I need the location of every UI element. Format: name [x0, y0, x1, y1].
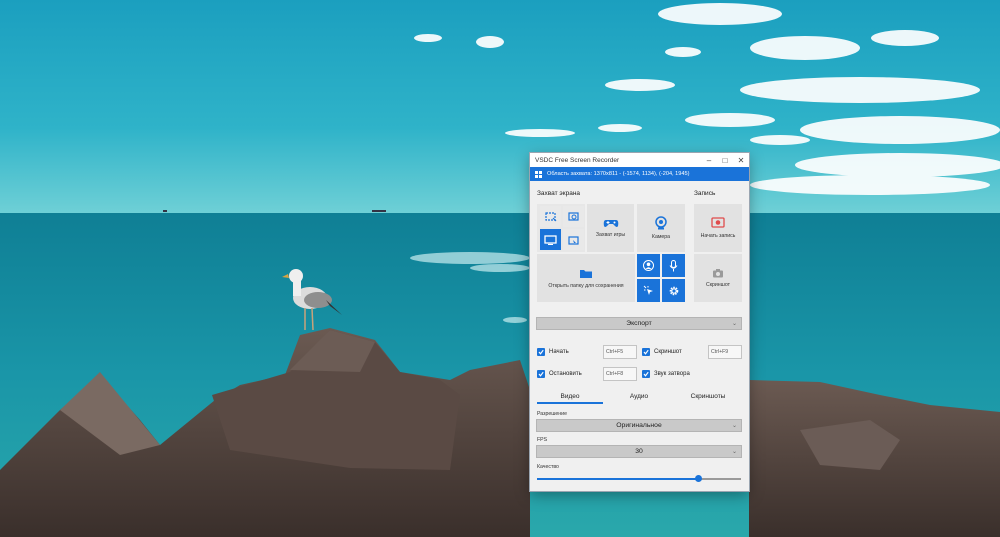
start-hotkey-field[interactable]: Ctrl+F5 [603, 345, 637, 359]
start-record-tile[interactable]: Начать запись [694, 204, 742, 252]
check-icon [537, 370, 545, 378]
capture-area-text: Область захвата: 1370x811 - (-1574, 1134… [547, 171, 690, 177]
game-capture-tile[interactable]: Захват игры [587, 204, 634, 252]
user-icon [643, 260, 654, 271]
start-hotkey-checkbox[interactable]: Начать [537, 348, 569, 356]
screenshot-tile[interactable]: Скриншот [694, 254, 742, 302]
capture-area-bar[interactable]: Область захвата: 1370x811 - (-1574, 1134… [530, 167, 749, 181]
quality-label: Качество [537, 464, 559, 470]
fps-value: 30 [635, 448, 643, 455]
quality-slider-thumb[interactable] [695, 475, 703, 482]
close-icon[interactable]: ✕ [733, 153, 749, 167]
active-tab-indicator [537, 402, 603, 404]
stop-hotkey-checkbox[interactable]: Остановить [537, 370, 582, 378]
quality-slider[interactable] [537, 475, 741, 482]
check-icon [642, 370, 650, 378]
maximize-icon[interactable]: □ [717, 153, 733, 167]
chevron-down-icon: ⌄ [731, 423, 737, 429]
cursor-icon [643, 285, 653, 295]
stop-hotkey-label: Остановить [549, 371, 582, 377]
resolution-value: Оригинальное [616, 422, 662, 429]
window-title: VSDC Free Screen Recorder [535, 156, 620, 164]
minimize-icon[interactable]: – [701, 153, 717, 167]
export-button[interactable]: Экспорт ⌄ [536, 317, 742, 330]
gear-icon [669, 286, 678, 295]
title-bar[interactable]: VSDC Free Screen Recorder – □ ✕ [530, 153, 749, 167]
resolution-select[interactable]: Оригинальное ⌄ [536, 419, 742, 432]
screenshot-hotkey-checkbox[interactable]: Скриншот [642, 348, 682, 356]
record-section-label: Запись [694, 190, 716, 197]
start-hotkey-label: Начать [549, 349, 569, 355]
camera-icon [713, 269, 723, 278]
quality-slider-fill [537, 478, 699, 480]
desktop-wallpaper [0, 0, 1000, 537]
cursor-effects-button[interactable] [637, 279, 660, 302]
microphone-button[interactable] [662, 254, 685, 277]
screenshot-tile-label: Скриншот [706, 282, 730, 288]
screenshot-hotkey-field[interactable]: Ctrl+F9 [708, 345, 742, 359]
monitor-icon [544, 234, 557, 245]
record-icon [711, 217, 725, 228]
stop-hotkey-field[interactable]: Ctrl+F8 [603, 367, 637, 381]
camera-tile[interactable]: Камера [637, 204, 685, 252]
open-folder-tile[interactable]: Открыть папку для сохранения [537, 254, 635, 302]
region-capture-icon [544, 211, 556, 221]
fps-select[interactable]: 30 ⌄ [536, 445, 742, 458]
check-icon [642, 348, 650, 356]
shutter-sound-label: Звук затвора [654, 371, 690, 377]
windows-logo-icon [535, 170, 542, 178]
zoom-capture-icon [567, 211, 579, 221]
fullscreen-capture-button[interactable] [540, 229, 561, 250]
camera-label: Камера [651, 234, 671, 240]
webcam-icon [655, 216, 667, 230]
start-record-label: Начать запись [700, 233, 736, 239]
seascape-image [0, 0, 1000, 537]
tab-audio[interactable]: Аудио [606, 393, 672, 400]
capture-mode-group [537, 204, 585, 252]
region-capture-button[interactable] [540, 206, 561, 227]
user-overlay-button[interactable] [637, 254, 660, 277]
chevron-down-icon: ⌄ [731, 321, 737, 327]
tab-video[interactable]: Видео [537, 393, 603, 400]
zoom-capture-button[interactable] [563, 206, 584, 227]
settings-button[interactable] [662, 279, 685, 302]
window-capture-icon [567, 235, 579, 245]
game-capture-label: Захват игры [595, 232, 626, 238]
gamepad-icon [603, 220, 618, 227]
chevron-down-icon: ⌄ [731, 449, 737, 455]
microphone-icon [669, 259, 678, 271]
folder-icon [580, 269, 592, 278]
tab-screenshots[interactable]: Скриншоты [675, 393, 741, 400]
recorder-window: VSDC Free Screen Recorder – □ ✕ Область … [530, 153, 749, 491]
shutter-sound-checkbox[interactable]: Звук затвора [642, 370, 690, 378]
capture-section-label: Захват экрана [537, 190, 581, 197]
export-label: Экспорт [626, 320, 652, 327]
open-folder-label: Открыть папку для сохранения [548, 282, 624, 289]
screenshot-hotkey-label: Скриншот [654, 349, 682, 355]
resolution-label: Разрешение [537, 411, 567, 417]
fps-label: FPS [537, 437, 548, 443]
window-capture-button[interactable] [563, 229, 584, 250]
check-icon [537, 348, 545, 356]
